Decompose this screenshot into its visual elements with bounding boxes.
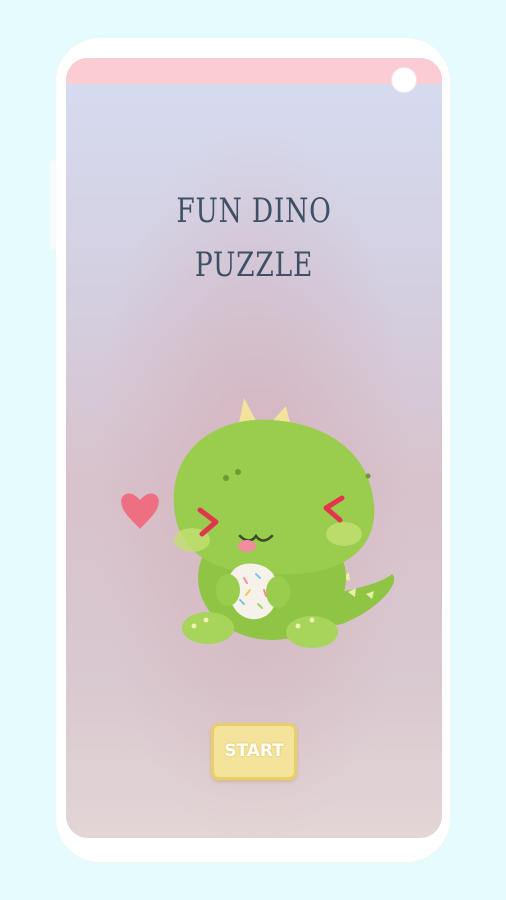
dino-tongue [238,540,256,552]
status-bar [66,58,442,84]
dino-arm-right [266,576,290,608]
dino-foot-left [182,612,234,644]
start-button[interactable]: START [211,723,297,780]
camera-icon [392,68,416,92]
game-screen: FUN DINO PUZZLE START [66,58,442,838]
dino-illustration [121,398,395,648]
title-line-2: PUZZLE [194,245,314,285]
heart-icon [121,493,159,529]
phone-side-button [50,160,56,250]
dino-arm-left [216,574,240,606]
dino-cheek-right [326,522,362,546]
game-title: FUN DINO PUZZLE [107,184,400,292]
title-line-1: FUN DINO [176,191,332,231]
